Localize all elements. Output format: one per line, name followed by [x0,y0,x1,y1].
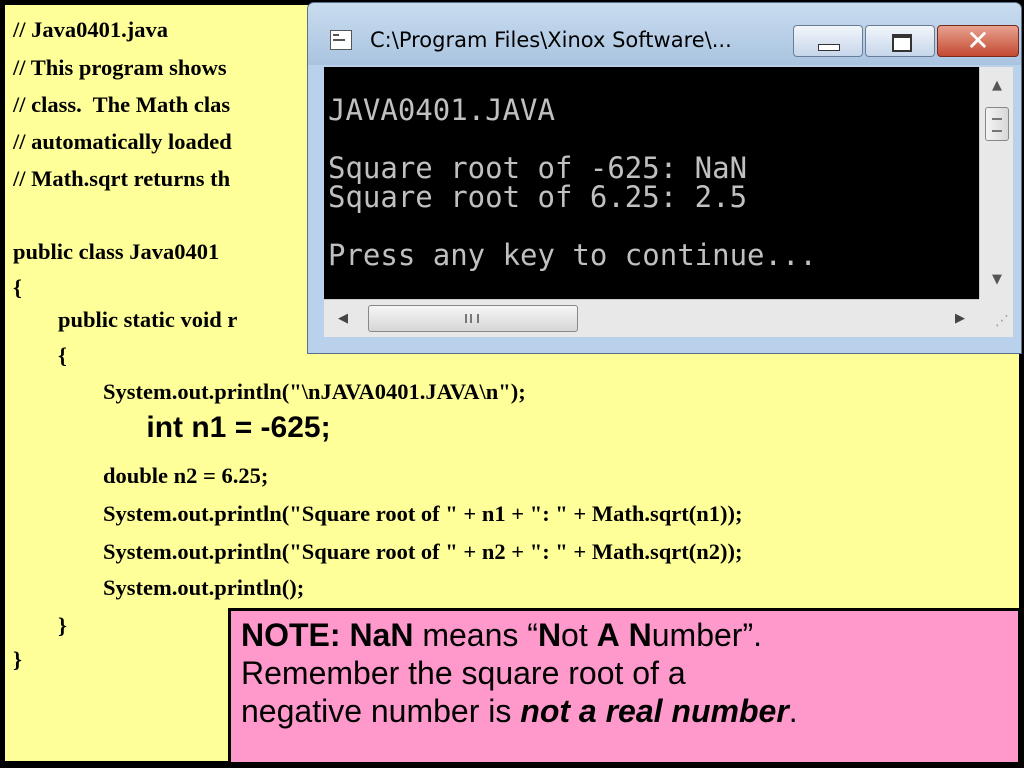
note-text: means “ [413,617,538,653]
note-text: ot [561,617,597,653]
console-line: Square root of -625: NaN [328,151,748,185]
vertical-scrollbar[interactable]: ▲ ▼ [979,67,1013,299]
console-line: Square root of 6.25: 2.5 [328,180,748,214]
close-button[interactable]: ✕ [937,24,1019,57]
console-output[interactable]: JAVA0401.JAVA Square root of -625: NaN S… [324,67,979,299]
code-line: // This program shows [13,55,227,80]
code-line: // class. The Math clas [13,92,231,117]
note-line-3: negative number is not a real number. [241,692,1018,730]
console-app-icon[interactable] [330,30,352,50]
note-label: NOTE: NaN [241,617,414,653]
code-line: public static void r [13,307,238,332]
note-line-1: NOTE: NaN means “Not A Number”. [241,616,1018,654]
code-line: // Java0401.java [13,17,168,42]
window-title: C:\Program Files\Xinox Software\... [370,28,732,52]
code-line: System.out.println("Square root of " + n… [13,539,743,564]
note-text [620,617,629,653]
scroll-up-icon[interactable]: ▲ [980,71,1014,101]
note-emph: A [596,617,620,653]
console-window: C:\Program Files\Xinox Software\... ✕ JA… [307,2,1022,354]
note-emph-italic: not a real number [520,693,789,729]
code-line: { [13,343,67,368]
note-text: . [788,693,798,729]
scroll-down-icon[interactable]: ▼ [980,265,1014,295]
note-box: NOTE: NaN means “Not A Number”. Remember… [228,608,1021,765]
console-line: Press any key to continue... [328,238,817,272]
code-line: public class Java0401 [13,239,220,264]
code-line: } [13,647,22,672]
code-line: double n2 = 6.25; [13,463,269,488]
note-emph: N [537,617,562,653]
vertical-scroll-thumb[interactable] [985,107,1009,141]
code-line: } [13,613,67,638]
close-icon: ✕ [966,24,990,57]
code-line: System.out.println("Square root of " + n… [13,501,743,526]
note-emph: N [628,617,652,653]
code-line: // Math.sqrt returns th [13,166,231,191]
code-line: // automatically loaded [13,129,232,154]
note-text: umber”. [651,617,762,653]
console-line: JAVA0401.JAVA [328,93,555,127]
maximize-button[interactable] [865,25,935,57]
code-line: { [13,275,22,300]
code-line: System.out.println("\nJAVA0401.JAVA\n"); [13,379,526,404]
resize-grip-icon[interactable]: ⋰ [979,299,1013,337]
horizontal-scroll-thumb[interactable] [368,305,578,332]
note-text: negative number is [241,693,521,729]
scroll-left-icon[interactable]: ◀ [328,300,358,338]
note-line-2: Remember the square root of a [241,655,686,691]
horizontal-scrollbar[interactable]: ◀ ▶ [324,299,979,337]
slide: // Java0401.java // This program shows /… [0,0,1024,768]
minimize-button[interactable] [793,25,863,57]
code-line: System.out.println(); [13,575,305,600]
title-bar[interactable]: C:\Program Files\Xinox Software\... ✕ [308,3,1021,65]
code-line-highlight: int n1 = -625; [13,411,331,444]
scroll-right-icon[interactable]: ▶ [945,300,975,338]
